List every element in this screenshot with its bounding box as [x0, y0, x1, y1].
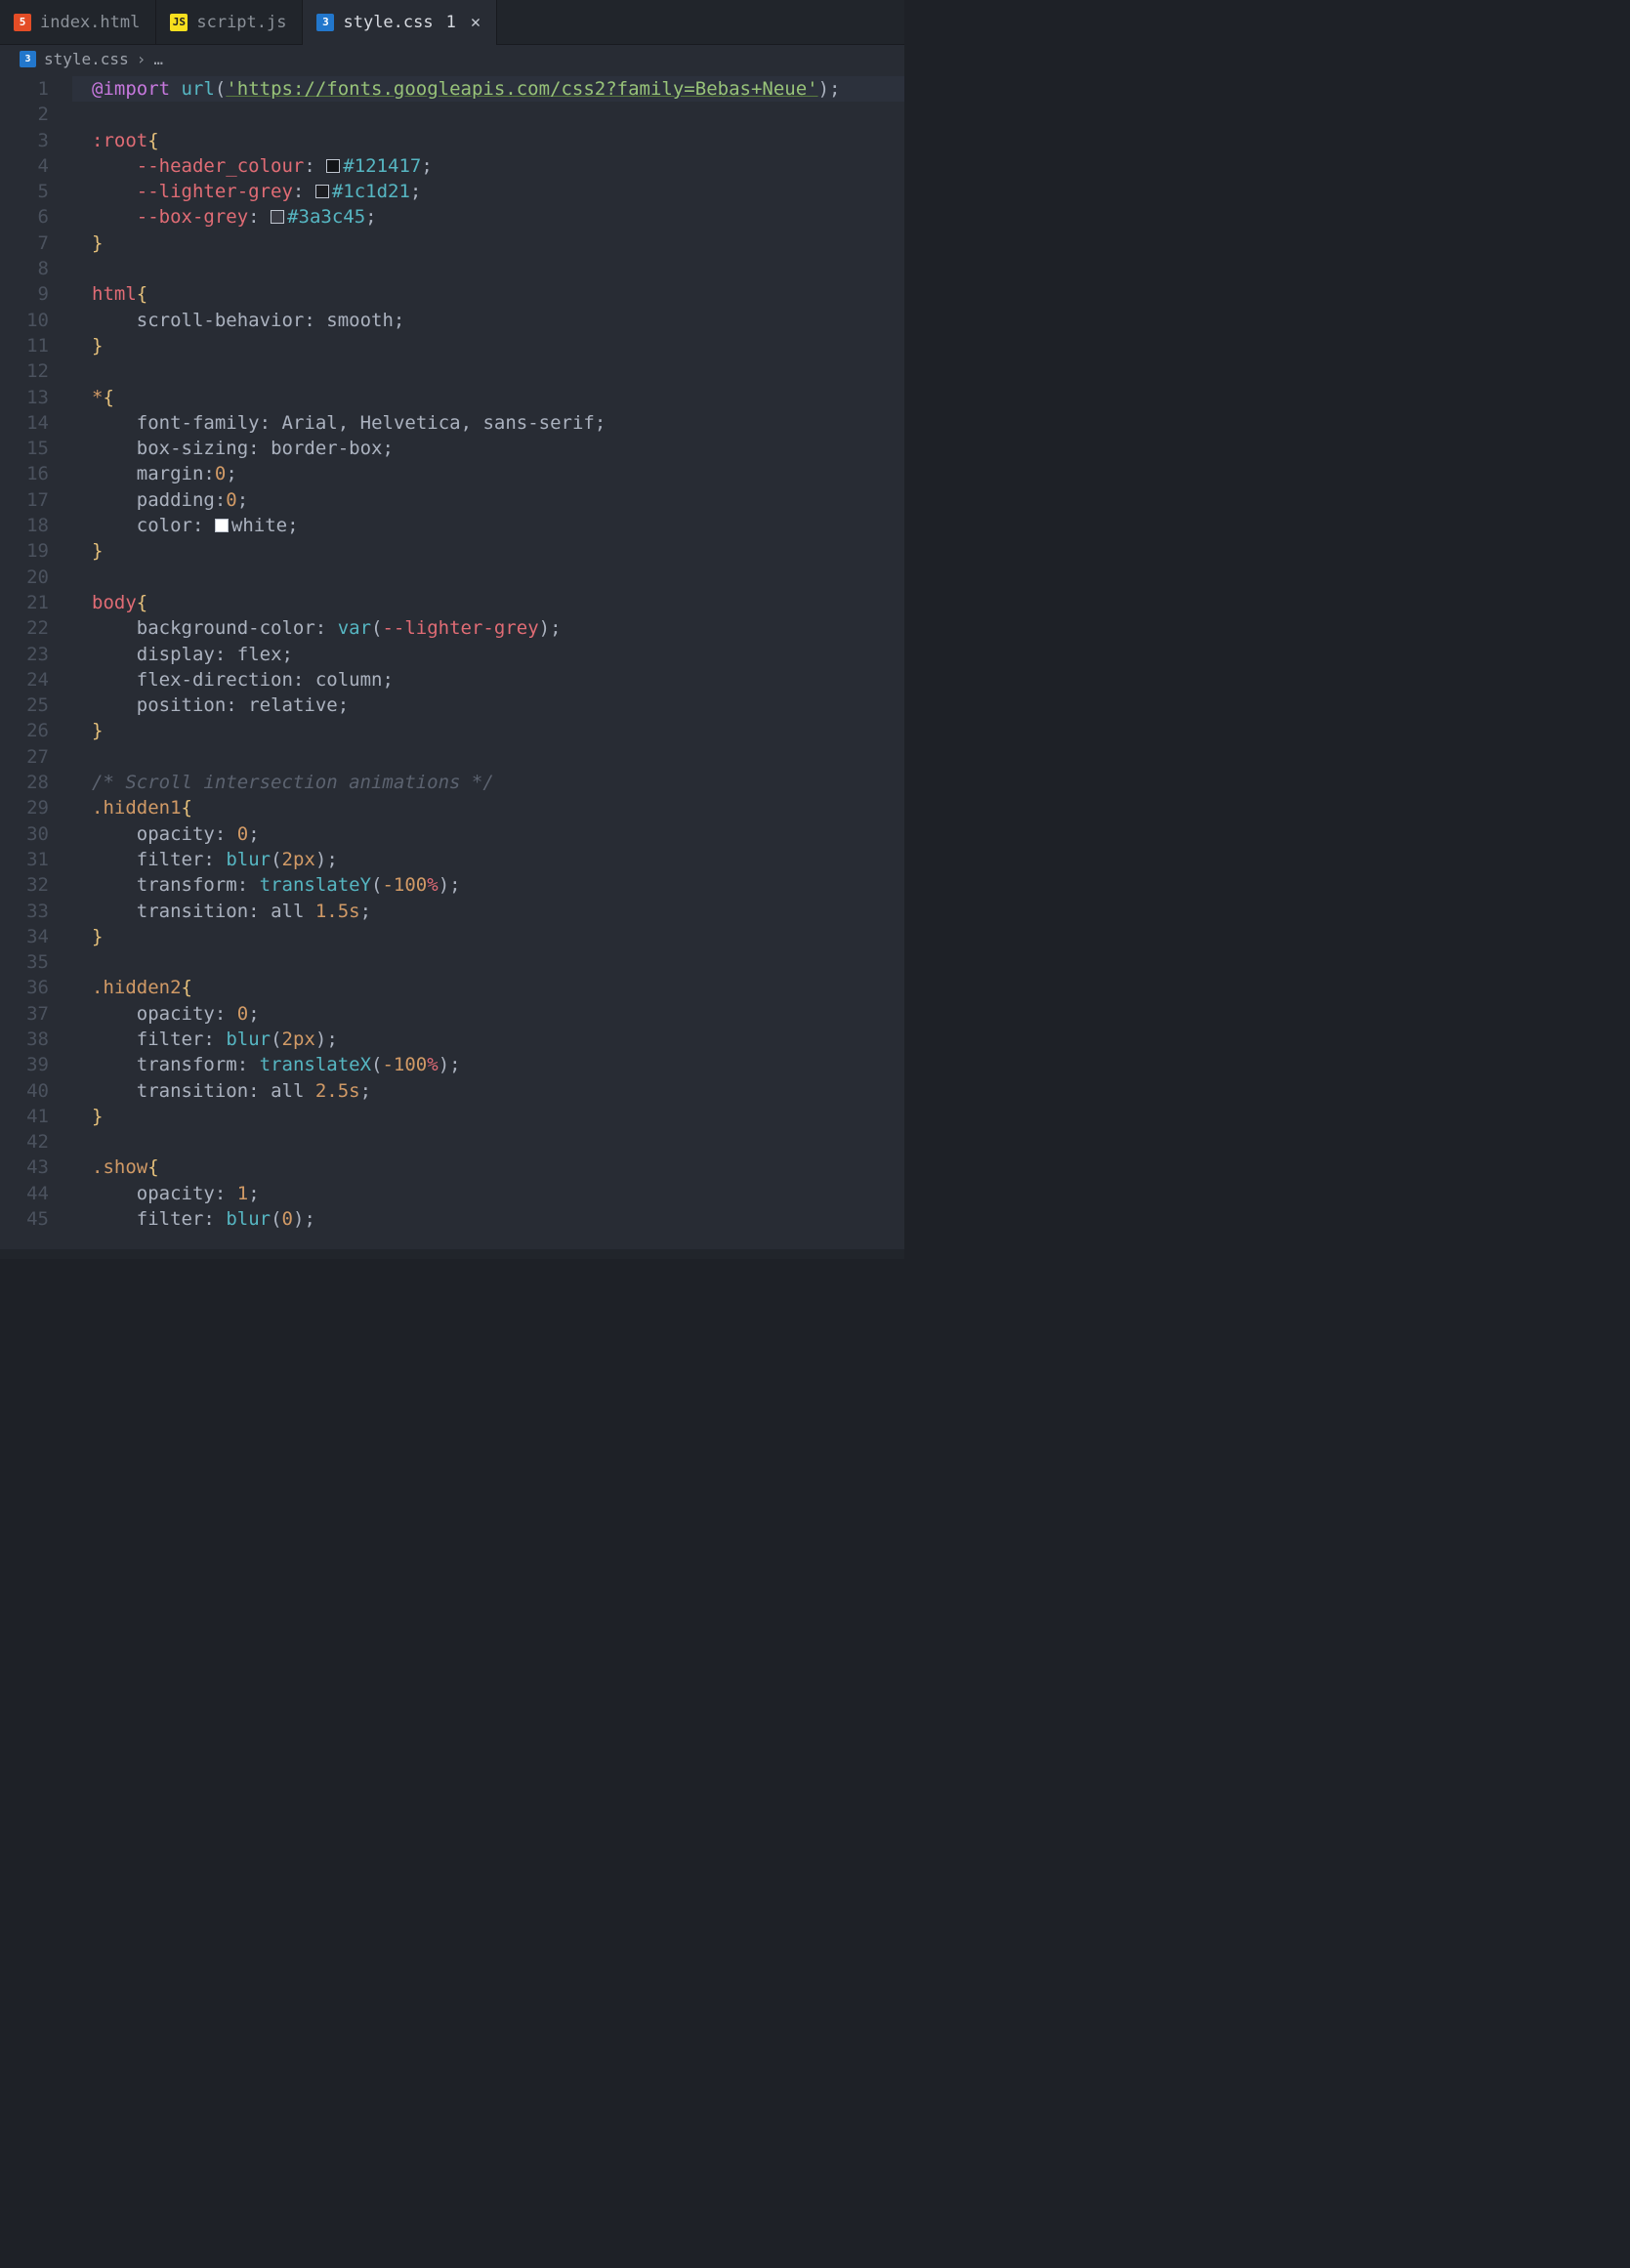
line-number: 44	[0, 1181, 49, 1206]
line-number: 25	[0, 693, 49, 718]
line-number: 30	[0, 821, 49, 847]
chevron-right-icon: ›	[137, 50, 146, 68]
editor-body: 1234567891011121314151617181920212223242…	[0, 74, 904, 1249]
line-number: 27	[0, 744, 49, 770]
tab-label: style.css	[343, 13, 433, 32]
line-number: 7	[0, 231, 49, 256]
line-number: 1	[0, 76, 49, 102]
line-number: 42	[0, 1129, 49, 1155]
line-number: 32	[0, 872, 49, 898]
line-number: 26	[0, 718, 49, 743]
line-number: 4	[0, 153, 49, 179]
line-number: 40	[0, 1078, 49, 1104]
tab-bar: 5 index.html JS script.js 3 style.css 1 …	[0, 0, 904, 45]
line-number-gutter: 1234567891011121314151617181920212223242…	[0, 74, 72, 1249]
line-number: 16	[0, 461, 49, 486]
color-swatch[interactable]	[326, 159, 340, 173]
line-number: 39	[0, 1052, 49, 1077]
code-content[interactable]: @import url('https://fonts.googleapis.co…	[72, 76, 904, 1232]
line-number: 13	[0, 385, 49, 410]
editor-window: 5 index.html JS script.js 3 style.css 1 …	[0, 0, 904, 1259]
color-swatch[interactable]	[315, 185, 329, 198]
js-icon: JS	[170, 14, 188, 31]
tab-label: index.html	[40, 13, 140, 32]
line-number: 35	[0, 949, 49, 975]
css-icon: 3	[316, 14, 334, 31]
color-swatch[interactable]	[215, 519, 229, 532]
breadcrumb-tail: …	[153, 50, 163, 68]
line-number: 43	[0, 1155, 49, 1180]
line-number: 10	[0, 308, 49, 333]
line-number: 2	[0, 102, 49, 127]
line-number: 8	[0, 256, 49, 281]
line-number: 14	[0, 410, 49, 436]
line-number: 6	[0, 204, 49, 230]
css-icon: 3	[20, 51, 36, 67]
line-number: 17	[0, 487, 49, 513]
line-number: 45	[0, 1206, 49, 1232]
tab-label: script.js	[196, 13, 286, 32]
line-number: 3	[0, 128, 49, 153]
line-number: 9	[0, 281, 49, 307]
line-number: 18	[0, 513, 49, 538]
status-bar	[0, 1249, 904, 1259]
line-number: 31	[0, 847, 49, 872]
html-icon: 5	[14, 14, 31, 31]
line-number: 19	[0, 538, 49, 564]
line-number: 24	[0, 667, 49, 693]
breadcrumb-file: style.css	[44, 50, 129, 68]
line-number: 23	[0, 642, 49, 667]
line-number: 20	[0, 565, 49, 590]
tab-index-html[interactable]: 5 index.html	[0, 0, 156, 44]
line-number: 22	[0, 615, 49, 641]
tab-style-css[interactable]: 3 style.css 1 ✕	[303, 0, 497, 44]
line-number: 33	[0, 899, 49, 924]
line-number: 21	[0, 590, 49, 615]
tab-script-js[interactable]: JS script.js	[156, 0, 303, 44]
line-number: 38	[0, 1027, 49, 1052]
code-area[interactable]: @import url('https://fonts.googleapis.co…	[72, 74, 904, 1249]
line-number: 11	[0, 333, 49, 358]
line-number: 37	[0, 1001, 49, 1027]
line-number: 28	[0, 770, 49, 795]
line-number: 12	[0, 358, 49, 384]
close-icon[interactable]: ✕	[471, 13, 481, 32]
breadcrumb[interactable]: 3 style.css › …	[0, 45, 904, 74]
color-swatch[interactable]	[271, 210, 284, 224]
line-number: 15	[0, 436, 49, 461]
line-number: 5	[0, 179, 49, 204]
line-number: 34	[0, 924, 49, 949]
line-number: 36	[0, 975, 49, 1000]
line-number: 41	[0, 1104, 49, 1129]
dirty-indicator: 1	[446, 13, 456, 32]
line-number: 29	[0, 795, 49, 820]
